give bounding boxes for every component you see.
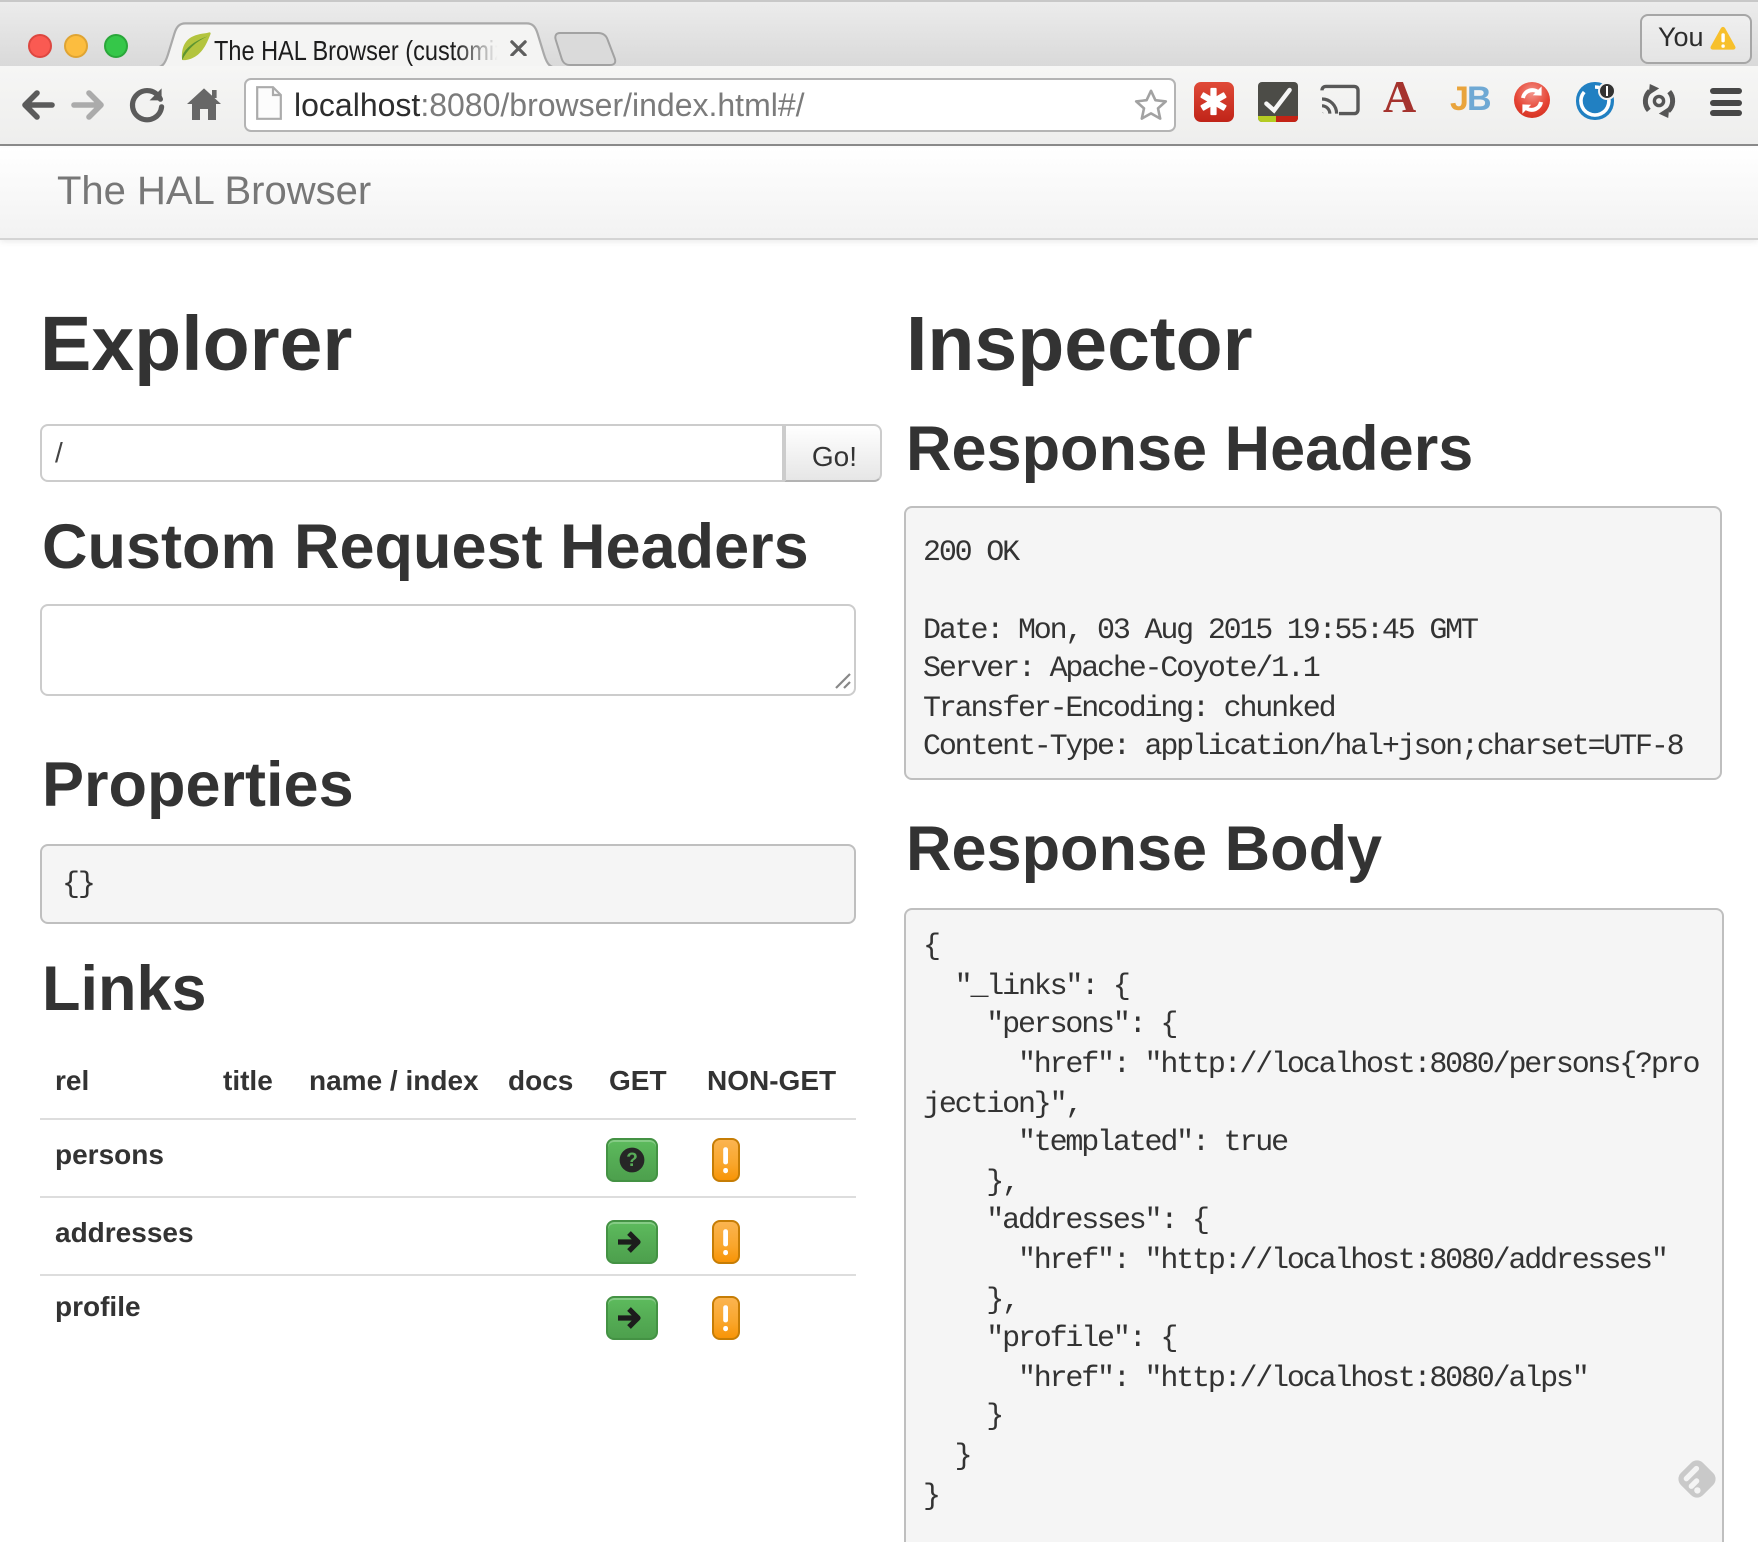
svg-text:?: ? (626, 1149, 638, 1170)
